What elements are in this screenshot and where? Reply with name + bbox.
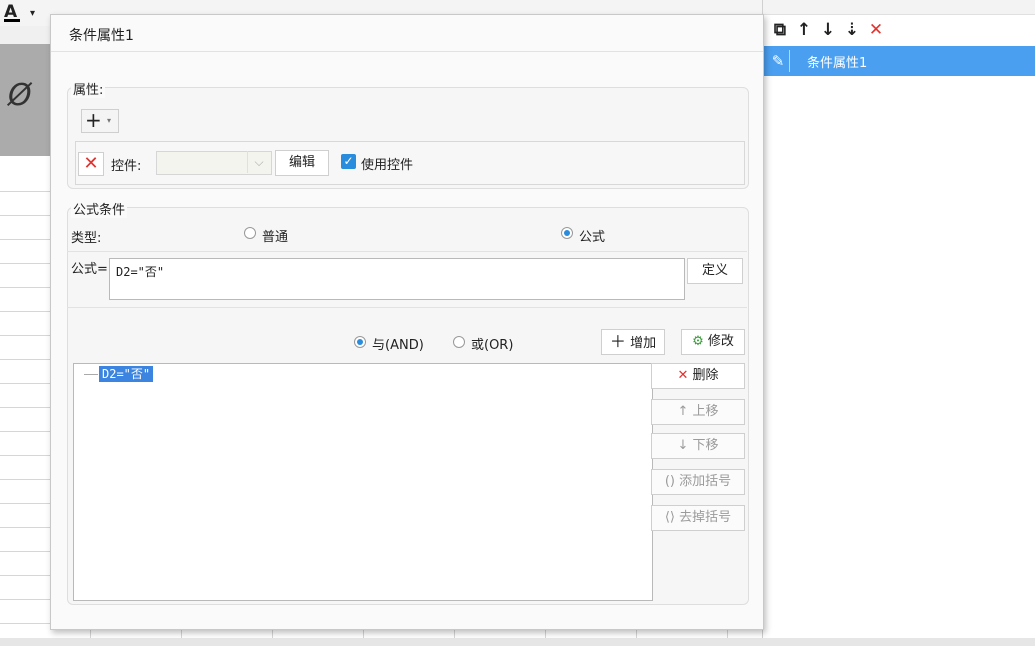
type-label: 类型:: [71, 231, 102, 246]
ruler: [0, 26, 50, 45]
move-down-label: 下移: [692, 438, 719, 453]
chevron-down-icon[interactable]: ▾: [30, 8, 35, 19]
radio-or-label[interactable]: 或(OR): [471, 334, 513, 353]
radio-formula[interactable]: [561, 227, 573, 239]
formula-label: 公式=: [71, 262, 108, 277]
condition-list-panel: ⧉ ↑ ↓ ⇣ ✕ ✎ 条件属性1: [762, 0, 1035, 638]
remove-parenthesis-button[interactable]: ⟨⟩ 去掉括号: [651, 505, 745, 531]
delete-button[interactable]: ✕ 删除: [651, 363, 745, 389]
list-item[interactable]: ✎ 条件属性1: [763, 46, 1035, 76]
add-parenthesis-button[interactable]: () 添加括号: [651, 469, 745, 495]
use-widget-label: 使用控件: [361, 158, 414, 173]
modify-label: 修改: [707, 334, 734, 349]
arrow-up-icon: ↑: [677, 404, 689, 419]
define-button[interactable]: 定义: [687, 258, 743, 284]
remove-icon[interactable]: ✕: [78, 152, 104, 176]
delete-icon: ✕: [677, 368, 689, 383]
panel-header: [763, 0, 1035, 15]
use-widget-checkbox[interactable]: ✓: [341, 154, 356, 169]
panel-toolbar: ⧉ ↑ ↓ ⇣ ✕: [763, 17, 1035, 45]
formula-input[interactable]: D2="否": [109, 258, 685, 300]
parenthesis-icon: (): [664, 474, 675, 489]
arrow-down-icon[interactable]: ↓: [817, 17, 839, 43]
delete-icon[interactable]: ✕: [865, 17, 887, 43]
divider: [51, 51, 763, 52]
radio-and[interactable]: [354, 336, 366, 348]
hidden-eye-icon: Ø: [8, 78, 32, 113]
add-paren-label: 添加括号: [679, 474, 732, 489]
remove-paren-label: 去掉括号: [679, 510, 732, 525]
tree-item[interactable]: D2="否": [99, 366, 154, 382]
modify-icon: ⚙: [692, 334, 704, 349]
move-up-label: 上移: [692, 404, 719, 419]
move-up-button[interactable]: ↑ 上移: [651, 399, 745, 425]
edit-button[interactable]: 编辑: [275, 150, 329, 176]
arrow-down-icon: ↓: [677, 438, 689, 453]
arrow-up-icon[interactable]: ↑: [793, 17, 815, 43]
tree-connector: [84, 374, 98, 375]
radio-normal-label[interactable]: 普通: [262, 226, 288, 245]
radio-or[interactable]: [453, 336, 465, 348]
radio-normal[interactable]: [244, 227, 256, 239]
copy-icon[interactable]: ⧉: [769, 17, 791, 43]
plus-icon: ＋: [609, 332, 626, 351]
move-down-button[interactable]: ↓ 下移: [651, 433, 745, 459]
list-item-label: 条件属性1: [807, 56, 868, 71]
modify-condition-button[interactable]: ⚙ 修改: [681, 329, 745, 355]
formula-condition-label: 公式条件: [71, 199, 128, 218]
condition-attribute-dialog: 条件属性1 属性: + ▾ ✕ 控件: ⌵ 编辑 ✓ 使用控件 公式条件 类型:…: [50, 14, 764, 630]
add-attribute-button[interactable]: +: [81, 109, 119, 133]
chevron-down-icon[interactable]: ▾: [107, 116, 111, 125]
delete-label: 删除: [692, 368, 719, 383]
chevron-down-icon[interactable]: ⌵: [247, 151, 270, 173]
divider: [67, 251, 747, 252]
radio-and-label[interactable]: 与(AND): [372, 334, 424, 353]
font-color-icon[interactable]: A: [4, 2, 21, 22]
condition-list: ✎ 条件属性1: [763, 46, 1035, 646]
add-condition-button[interactable]: ＋ 增加: [601, 329, 665, 355]
sort-down-icon[interactable]: ⇣: [841, 17, 863, 43]
condition-tree[interactable]: D2="否": [73, 363, 653, 601]
pencil-icon: ✎: [767, 50, 790, 72]
remove-parenthesis-icon: ⟨⟩: [664, 510, 675, 525]
dialog-title: 条件属性1: [69, 28, 134, 44]
attributes-label: 属性:: [71, 79, 106, 98]
divider: [67, 307, 747, 308]
widget-label: 控件:: [111, 159, 142, 174]
radio-formula-label[interactable]: 公式: [579, 226, 605, 245]
add-label: 增加: [630, 336, 657, 351]
